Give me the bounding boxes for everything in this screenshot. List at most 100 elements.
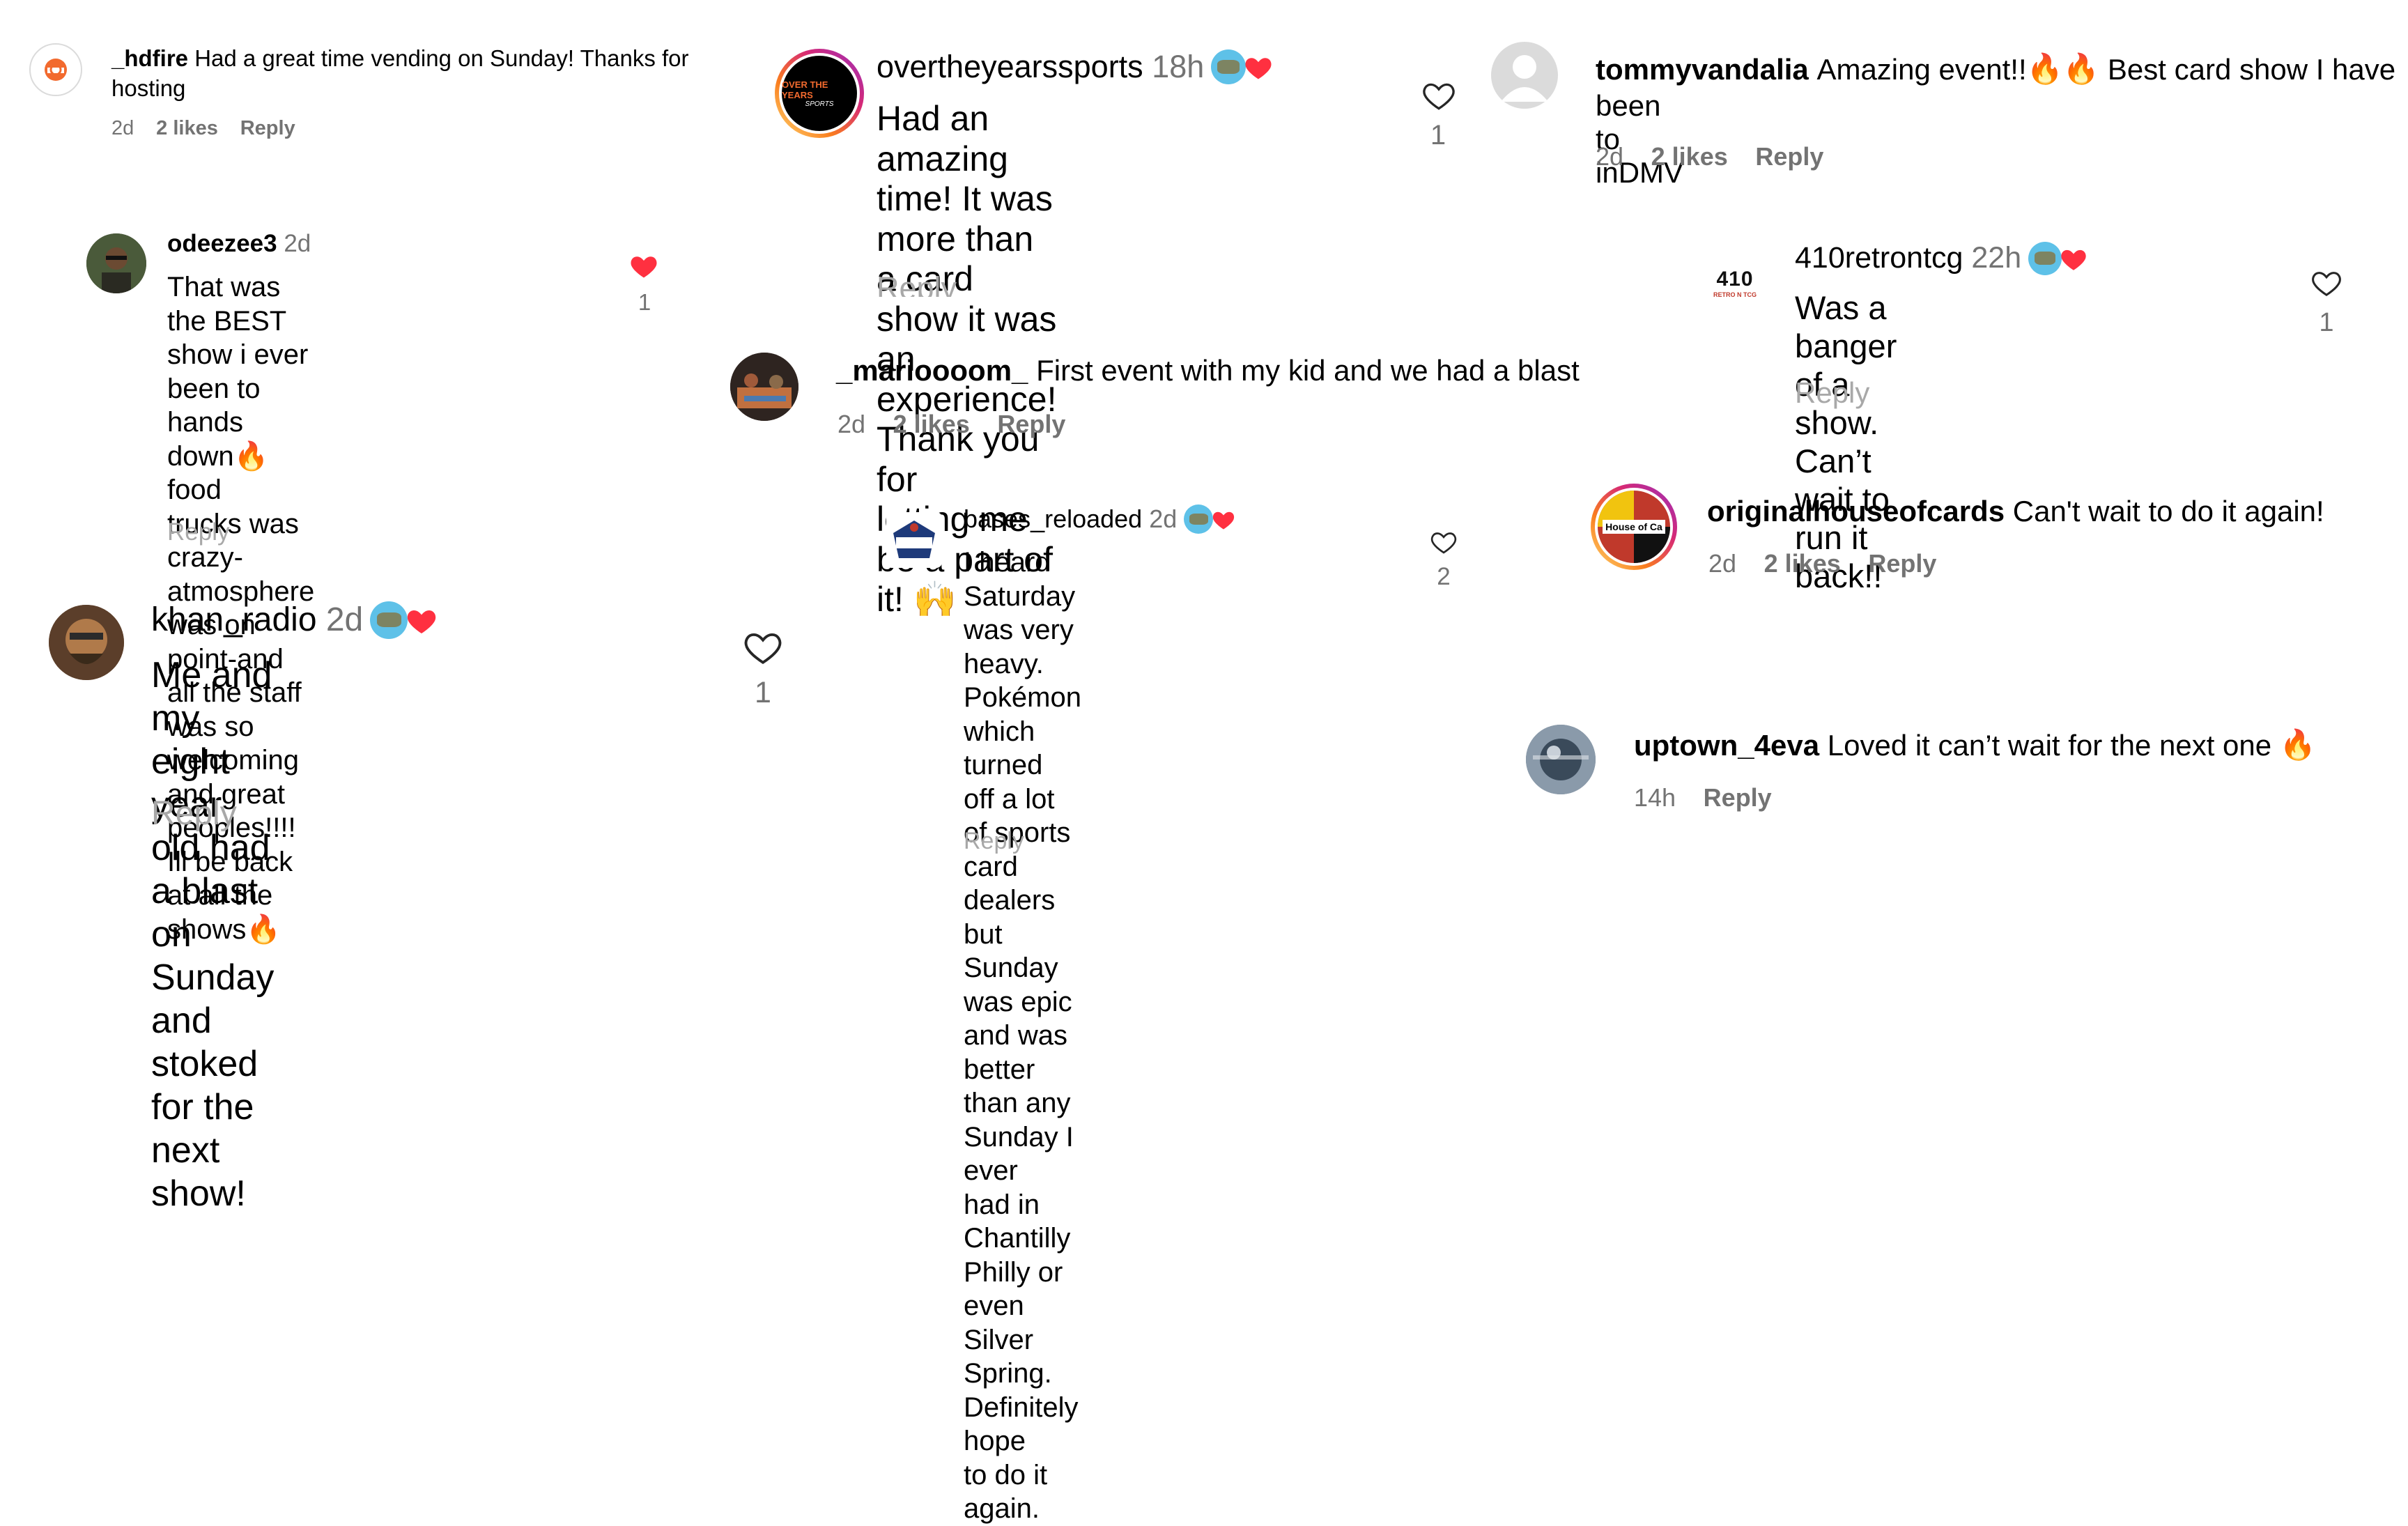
text-line: been to hands down🔥food (167, 372, 314, 507)
fire-emoji-icon: 🔥🔥 (2026, 52, 2100, 85)
avatar[interactable] (86, 233, 146, 293)
fan-sticker-badge (370, 601, 442, 639)
comment-text: Amazing event!! (1816, 52, 2027, 86)
avatar-photo-icon (49, 605, 124, 680)
reply-button[interactable]: Reply (1795, 376, 1869, 410)
comment-text: Had a great time vending on Sunday! Than… (194, 45, 689, 71)
text-line: a blast on Sunday and stoked (151, 871, 275, 1084)
username[interactable]: odeezee3 (167, 230, 277, 258)
avatar-photo-icon (1526, 725, 1596, 794)
heart-outline-icon[interactable] (743, 627, 783, 668)
avatar-brand-text: 410 (1716, 268, 1754, 291)
timestamp: 18h (1152, 49, 1205, 84)
likes-count[interactable]: 2 likes (1764, 549, 1841, 578)
heart-filled-icon (1245, 58, 1272, 79)
reply-button[interactable]: Reply (877, 270, 957, 297)
avatar[interactable] (1491, 42, 1558, 109)
heart-outline-icon[interactable] (2310, 267, 2343, 299)
reply-button[interactable]: Reply (151, 794, 237, 833)
reply-button[interactable]: Reply (1704, 783, 1772, 812)
text-line: Me and my eight year old had (151, 655, 272, 868)
text-fragment: food (167, 475, 222, 505)
like-count: 2 (1437, 563, 1451, 590)
comment-text-line: hosting (111, 75, 186, 101)
reply-button[interactable]: Reply (964, 828, 1024, 855)
heart-filled-icon (2061, 249, 2086, 270)
avatar[interactable]: House of Ca (1591, 484, 1677, 570)
username[interactable]: _marioooom_ (836, 354, 1028, 387)
heart-outline-icon[interactable] (1421, 78, 1456, 113)
text-line: That was the BEST show i ever (167, 272, 309, 370)
avatar[interactable]: OVER THE YEARS SPORTS (775, 49, 864, 138)
username[interactable]: tommyvandalia (1596, 53, 1809, 86)
avatar[interactable] (29, 43, 82, 96)
fire-emoji-icon: 🔥 (2279, 728, 2317, 761)
likes-count[interactable]: 2 likes (156, 117, 218, 139)
avatar[interactable] (730, 353, 798, 421)
comment-text: Loved it can’t wait for the next one (1827, 728, 2272, 762)
text-line: for the next show! (151, 1087, 254, 1214)
comment-text: Me and my eight year old had a blast on … (151, 654, 274, 1215)
likes-count[interactable]: 2 likes (1651, 142, 1728, 171)
avatar-brand-subtext: RETRO N TCG (1713, 291, 1757, 298)
comment-text: First event with my kid and we had a bla… (1036, 354, 1580, 387)
text-line: heavy. Pokémon which turned (964, 648, 1081, 781)
text-line: to do it again. (964, 1459, 1048, 1525)
heart-filled-icon (1213, 511, 1235, 530)
timestamp: 2d (838, 410, 866, 438)
avatar-brand-text: OVER THE YEARS (782, 79, 828, 100)
timestamp: 2d (1149, 504, 1178, 533)
comment-text: I heard Saturday was very heavy. Pokémon… (964, 546, 1081, 1526)
timestamp: 14h (1634, 783, 1676, 812)
like-count: 1 (755, 676, 771, 709)
comment-text: Best card show I have (2107, 52, 2396, 86)
avatar-photo-icon (730, 353, 798, 421)
text-line: better than any Sunday I ever (964, 1054, 1074, 1187)
like-count: 1 (1430, 120, 1446, 151)
username[interactable]: originalhouseofcards (1707, 495, 2005, 528)
avatar[interactable] (49, 605, 124, 680)
fan-sticker-badge (1184, 504, 1240, 534)
avatar-logo-icon (893, 521, 935, 558)
comment-text-line: been to inDMV (1596, 89, 1684, 189)
username[interactable]: khan_radio (151, 601, 317, 639)
username[interactable]: 410retrontcg (1795, 241, 1963, 275)
timestamp: 2d (1596, 142, 1624, 171)
reply-button[interactable]: Reply (240, 117, 295, 139)
reply-button[interactable]: Reply (1755, 142, 1823, 171)
fan-sticker-badge (2028, 241, 2092, 275)
text-line: had in Chantilly Philly or even (964, 1189, 1071, 1322)
username[interactable]: uptown_4eva (1634, 729, 1819, 762)
heart-filled-icon (408, 610, 436, 633)
avatar-photo-icon (86, 233, 146, 293)
timestamp: 22h (1971, 241, 2022, 275)
reply-button[interactable]: Reply (997, 410, 1065, 438)
like-count: 1 (638, 289, 651, 315)
avatar[interactable]: 410 RETRO N TCG (1700, 248, 1770, 318)
reply-button[interactable]: Reply (167, 518, 229, 546)
username[interactable]: bases_reloaded (964, 504, 1142, 534)
likes-count[interactable]: 2 likes (893, 410, 970, 438)
avatar[interactable] (1526, 725, 1596, 794)
default-profile-icon (1501, 55, 1548, 102)
text-line: Silver Spring. Definitely hope (964, 1324, 1079, 1457)
text-line: Had an amazing time! It was (877, 99, 1053, 218)
timestamp: 2d (1708, 549, 1737, 578)
raising-hands-emoji-icon: 🙌 (913, 580, 957, 619)
timestamp: 2d (325, 601, 364, 638)
reply-button[interactable]: Reply (1868, 549, 1936, 578)
username[interactable]: overtheyearssports (877, 49, 1143, 85)
heart-outline-icon[interactable] (1430, 528, 1458, 556)
like-count: 1 (2319, 308, 2334, 337)
fan-sticker-badge (1211, 49, 1278, 84)
avatar[interactable] (886, 512, 942, 568)
timestamp: 2d (111, 117, 134, 139)
username[interactable]: _hdfire (111, 45, 188, 72)
heart-filled-icon[interactable] (628, 251, 659, 282)
comment-text: Can't wait to do it again! (2012, 495, 2324, 527)
avatar-logo-icon (45, 59, 67, 81)
text-line: but Sunday was epic and was (964, 918, 1072, 1051)
timestamp: 2d (284, 230, 311, 257)
fire-emoji-icon: 🔥 (233, 440, 269, 472)
text-line: I heard Saturday was very (964, 547, 1076, 645)
